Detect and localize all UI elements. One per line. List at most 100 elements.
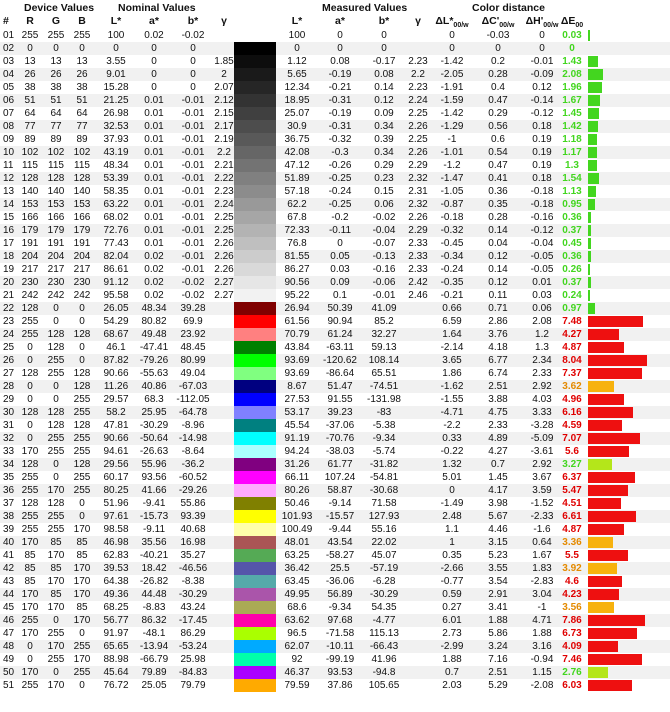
cell-measured-a: -0.31 — [328, 121, 352, 132]
cell-nominal-l: 62.83 — [103, 550, 129, 561]
cell-measured-a: 39.23 — [327, 407, 353, 418]
cell-nominal-l: 26.98 — [103, 108, 129, 119]
cell-measured-b: -0.06 — [372, 277, 396, 288]
cell-measured-gamma — [406, 42, 430, 55]
table-row: 05 38 38 38 15.28 0 0 2.07 12.34 -0.21 0.14 2.23 -1.… — [0, 81, 670, 94]
cell-r: 170 — [21, 667, 39, 678]
table-row: 15 166 166 166 68.02 0.01 -0.01 2.25 67.8 -0.2 -0.… — [0, 211, 670, 224]
delta-e-bar — [588, 199, 595, 210]
cell-measured-l: 12.34 — [284, 82, 310, 93]
cell-measured-b: -54.81 — [369, 472, 399, 483]
cell-nominal-b: 80.99 — [180, 355, 206, 366]
cell-nominal-b: -0.02 — [181, 30, 205, 41]
cell-measured-a: -0.25 — [328, 173, 352, 184]
cell-nominal-b: -8.64 — [181, 446, 205, 457]
cell-measured-l: 62.07 — [284, 641, 310, 652]
delta-e-bar — [588, 550, 629, 561]
cell-nominal-a: -9.41 — [142, 498, 166, 509]
cell-measured-l: 36.42 — [284, 563, 310, 574]
cell-nominal-a: 55.96 — [141, 459, 167, 470]
cell-measured-a: -0.31 — [328, 95, 352, 106]
cell-b: 0 — [79, 342, 85, 353]
cell-nominal-a: 0.01 — [144, 225, 164, 236]
cell-measured-a: -99.19 — [325, 654, 355, 665]
cell-measured-l: 94.24 — [284, 446, 310, 457]
color-swatch — [234, 341, 276, 354]
cell-measured-gamma: 2.33 — [408, 238, 428, 249]
delta-e-bar — [588, 420, 622, 431]
color-swatch — [234, 172, 276, 185]
cell-measured-gamma: 2.33 — [408, 264, 428, 275]
cell-r: 64 — [24, 108, 36, 119]
cell-nominal-l: 97.61 — [103, 511, 129, 522]
delta-e-bar — [588, 160, 598, 171]
cell-delta-l: -1.42 — [440, 108, 464, 119]
cell-r: 166 — [21, 212, 39, 223]
color-swatch — [234, 484, 276, 497]
cell-b: 102 — [73, 147, 91, 158]
cell-delta-c: 0.11 — [488, 290, 508, 301]
cell-nominal-a: 44.48 — [141, 589, 167, 600]
cell-delta-e: 0.03 — [562, 30, 582, 41]
cell-delta-c: 0.7 — [491, 459, 505, 470]
cell-nominal-b: -0.02 — [181, 290, 205, 301]
table-row: 04 26 26 26 9.01 0 0 2 5.65 -0.19 0.08 2.2 -2.05 0.28… — [0, 68, 670, 81]
cell-nominal-l: 76.72 — [103, 680, 129, 691]
cell-nominal-l: 43.19 — [103, 147, 129, 158]
cell-delta-l: 0.59 — [442, 589, 462, 600]
cell-nominal-b: 39.28 — [180, 303, 206, 314]
table-row: 23 255 0 0 54.29 80.82 69.9 61.56 90.94 85.2 6.59 2… — [0, 315, 670, 328]
cell-measured-l: 31.26 — [284, 459, 310, 470]
cell-nominal-l: 94.61 — [103, 446, 129, 457]
cell-b: 26 — [76, 69, 88, 80]
cell-g: 128 — [47, 420, 65, 431]
cell-nominal-gamma — [213, 380, 235, 393]
cell-measured-b: 54.35 — [371, 602, 397, 613]
cell-delta-e: 2.76 — [562, 667, 582, 678]
color-swatch — [234, 666, 276, 679]
cell-delta-c: 4.46 — [488, 524, 508, 535]
delta-e-bar — [588, 589, 619, 600]
cell-nominal-b: -0.01 — [181, 212, 205, 223]
cell-measured-gamma — [406, 666, 430, 679]
cell-nominal-b: 35.27 — [180, 550, 206, 561]
cell-r: 0 — [27, 433, 33, 444]
cell-b: 38 — [76, 82, 88, 93]
cell-nominal-b: -30.29 — [178, 589, 208, 600]
cell-nominal-gamma — [213, 458, 235, 471]
cell-nominal-b: -60.52 — [178, 472, 208, 483]
table-row: 16 179 179 179 72.76 0.01 -0.01 2.25 72.33 -0.11-… — [0, 224, 670, 237]
cell-b: 255 — [73, 641, 91, 652]
cell-nominal-b: -0.01 — [181, 173, 205, 184]
cell-nominal-a: -15.73 — [139, 511, 169, 522]
color-swatch — [234, 263, 276, 276]
cell-b: 128 — [73, 173, 91, 184]
cell-delta-c: 4.89 — [488, 433, 508, 444]
color-swatch — [234, 133, 276, 146]
cell-measured-l: 1.12 — [287, 56, 307, 67]
cell-measured-a: 56.89 — [327, 589, 353, 600]
cell-nominal-b: -0.01 — [181, 238, 205, 249]
cell-nominal-l: 11.26 — [103, 381, 129, 392]
cell-nominal-a: -48.1 — [142, 628, 166, 639]
cell-measured-l: 63.62 — [284, 615, 310, 626]
cell-nominal-a: 49.48 — [141, 329, 167, 340]
cell-nominal-gamma — [213, 302, 235, 315]
cell-nominal-l: 29.56 — [103, 459, 129, 470]
cell-nominal-l: 26.05 — [103, 303, 129, 314]
cell-nominal-l: 56.77 — [103, 615, 129, 626]
cell-measured-l: 53.17 — [284, 407, 310, 418]
delta-e-bar — [588, 641, 618, 652]
delta-e-bar — [588, 121, 599, 132]
cell-r: 115 — [22, 160, 38, 171]
cell-nominal-a: 41.66 — [141, 485, 167, 496]
color-swatch — [234, 601, 276, 614]
cell-measured-l: 0 — [294, 43, 300, 54]
cell-r: 0 — [27, 342, 33, 353]
cell-r: 128 — [21, 303, 39, 314]
cell-measured-b: -4.77 — [372, 615, 396, 626]
cell-g: 0 — [53, 472, 59, 483]
cell-measured-l: 36.75 — [284, 134, 310, 145]
table-row: 28 0 0 128 11.26 40.86 -67.03 8.67 51.47 -74.51 -1… — [0, 380, 670, 393]
cell-g: 128 — [47, 498, 65, 509]
